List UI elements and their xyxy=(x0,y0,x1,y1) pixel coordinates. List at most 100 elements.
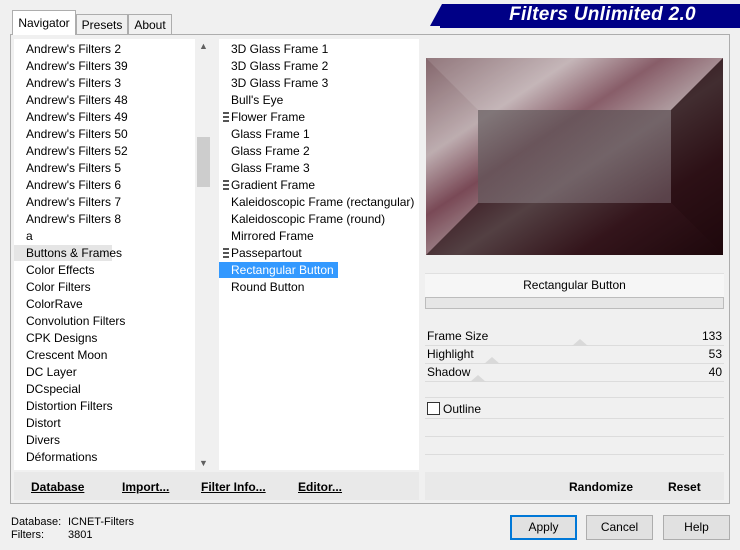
outline-checkbox[interactable] xyxy=(427,402,440,415)
separator xyxy=(425,397,724,398)
filter-item-label: Passepartout xyxy=(231,246,302,260)
filter-item-label: Kaleidoscopic Frame (round) xyxy=(231,212,386,226)
app-title: Filters Unlimited 2.0 xyxy=(509,4,696,25)
filter-item[interactable]: Round Button xyxy=(219,279,304,295)
filter-list[interactable]: 3D Glass Frame 1 3D Glass Frame 2 3D Glass… xyxy=(219,39,419,470)
category-item[interactable]: CPK Designs xyxy=(14,330,97,346)
title-banner-underline xyxy=(440,26,740,28)
filter-item-label: Glass Frame 1 xyxy=(231,127,310,141)
filter-item[interactable]: Glass Frame 3 xyxy=(219,160,310,176)
separator xyxy=(425,418,724,419)
tab-about[interactable]: About xyxy=(128,14,172,34)
category-item[interactable]: Andrew's Filters 48 xyxy=(14,92,128,108)
filter-item[interactable]: Passepartout xyxy=(219,245,302,261)
filter-item[interactable]: 3D Glass Frame 3 xyxy=(219,75,328,91)
slider-frame-size[interactable]: Frame Size 133 xyxy=(425,328,724,346)
filter-item[interactable]: 3D Glass Frame 2 xyxy=(219,58,328,74)
reset-button[interactable]: Reset xyxy=(668,480,701,494)
category-item[interactable]: Color Effects xyxy=(14,262,94,278)
category-item[interactable]: Andrew's Filters 7 xyxy=(14,194,121,210)
category-item[interactable]: Color Filters xyxy=(14,279,91,295)
filters-count-label: Filters: xyxy=(11,529,44,541)
group-marker-icon xyxy=(223,180,229,190)
category-item[interactable]: Andrew's Filters 49 xyxy=(14,109,128,125)
slider-label: Frame Size xyxy=(427,329,489,343)
filter-item-label: Glass Frame 3 xyxy=(231,161,310,175)
filter-item-label: 3D Glass Frame 2 xyxy=(231,59,329,73)
editor-button[interactable]: Editor... xyxy=(298,480,342,494)
category-item[interactable]: Andrew's Filters 3 xyxy=(14,75,121,91)
filter-item[interactable]: Kaleidoscopic Frame (round) xyxy=(219,211,385,227)
database-label: Database: xyxy=(11,516,62,528)
scroll-up-arrow[interactable]: ▲ xyxy=(197,39,210,53)
randomize-button[interactable]: Randomize xyxy=(569,480,633,494)
category-item[interactable]: Distort xyxy=(14,415,61,431)
filter-item-label: Glass Frame 2 xyxy=(231,144,310,158)
filter-item-label: Bull's Eye xyxy=(231,93,284,107)
category-item[interactable]: Distortion Filters xyxy=(14,398,113,414)
filter-item[interactable]: Kaleidoscopic Frame (rectangular) xyxy=(219,194,414,210)
category-item[interactable]: Andrew's Filters 52 xyxy=(14,143,128,159)
filter-item-label: Flower Frame xyxy=(231,110,306,124)
database-value: ICNET-Filters xyxy=(68,516,134,528)
scroll-down-arrow[interactable]: ▼ xyxy=(197,456,210,470)
slider-knob[interactable] xyxy=(484,357,501,364)
slider-shadow[interactable]: Shadow 40 xyxy=(425,364,724,382)
category-scrollbar[interactable]: ▲ ▼ xyxy=(195,39,212,470)
slider-label: Shadow xyxy=(427,365,471,379)
category-item[interactable]: Andrew's Filters 2 xyxy=(14,41,121,57)
category-item[interactable]: Andrew's Filters 8 xyxy=(14,211,121,227)
filter-preview-image xyxy=(426,58,723,255)
slider-knob[interactable] xyxy=(572,339,589,346)
cancel-button[interactable]: Cancel xyxy=(586,515,653,540)
filter-item-label: Gradient Frame xyxy=(231,178,316,192)
filter-info-button[interactable]: Filter Info... xyxy=(201,480,266,494)
slider-value: 133 xyxy=(701,329,722,343)
slider-label: Highlight xyxy=(427,347,474,361)
tab-navigator[interactable]: Navigator xyxy=(12,10,76,35)
category-list[interactable]: Andrew's Filters 2 Andrew's Filters 39 And… xyxy=(14,39,211,470)
slider-value: 53 xyxy=(708,347,722,361)
separator xyxy=(425,454,724,455)
filter-item[interactable]: 3D Glass Frame 1 xyxy=(219,41,328,57)
category-item[interactable]: ColorRave xyxy=(14,296,83,312)
category-item[interactable]: Andrew's Filters 6 xyxy=(14,177,121,193)
filter-name-display: Rectangular Button xyxy=(425,273,724,297)
help-button[interactable]: Help xyxy=(663,515,730,540)
category-item[interactable]: Crescent Moon xyxy=(14,347,107,363)
progress-bar xyxy=(425,297,724,309)
category-item[interactable]: DCspecial xyxy=(14,381,81,397)
outline-label: Outline xyxy=(443,402,482,416)
filter-item[interactable]: Flower Frame xyxy=(219,109,305,125)
filter-item-label: Rectangular Button xyxy=(231,263,334,277)
group-marker-icon xyxy=(223,112,229,122)
apply-button[interactable]: Apply xyxy=(510,515,577,540)
category-item[interactable]: Déformations xyxy=(14,449,97,465)
scroll-thumb[interactable] xyxy=(197,137,210,187)
category-item[interactable]: Convolution Filters xyxy=(14,313,125,329)
database-button[interactable]: Database xyxy=(31,480,84,494)
slider-knob[interactable] xyxy=(470,375,487,382)
category-item[interactable]: Buttons & Frames xyxy=(14,245,122,261)
filter-item-label: Mirrored Frame xyxy=(231,229,314,243)
category-item[interactable]: a xyxy=(14,228,33,244)
filter-item-label: Round Button xyxy=(231,280,305,294)
slider-highlight[interactable]: Highlight 53 xyxy=(425,346,724,364)
filter-item[interactable]: Glass Frame 2 xyxy=(219,143,310,159)
filter-item-label: Kaleidoscopic Frame (rectangular) xyxy=(231,195,415,209)
category-item[interactable]: Andrew's Filters 5 xyxy=(14,160,121,176)
category-item[interactable]: DC Layer xyxy=(14,364,77,380)
filter-item[interactable]: Mirrored Frame xyxy=(219,228,314,244)
slider-value: 40 xyxy=(708,365,722,379)
filter-item[interactable]: Glass Frame 1 xyxy=(219,126,310,142)
category-item[interactable]: Divers xyxy=(14,432,60,448)
filters-count-value: 3801 xyxy=(68,529,93,541)
group-marker-icon xyxy=(223,248,229,258)
filter-item[interactable]: Gradient Frame xyxy=(219,177,315,193)
category-item[interactable]: Andrew's Filters 39 xyxy=(14,58,128,74)
category-item[interactable]: Andrew's Filters 50 xyxy=(14,126,128,142)
filter-item[interactable]: Rectangular Button xyxy=(219,262,338,278)
tab-presets[interactable]: Presets xyxy=(76,14,128,34)
filter-item[interactable]: Bull's Eye xyxy=(219,92,283,108)
import-button[interactable]: Import... xyxy=(122,480,169,494)
